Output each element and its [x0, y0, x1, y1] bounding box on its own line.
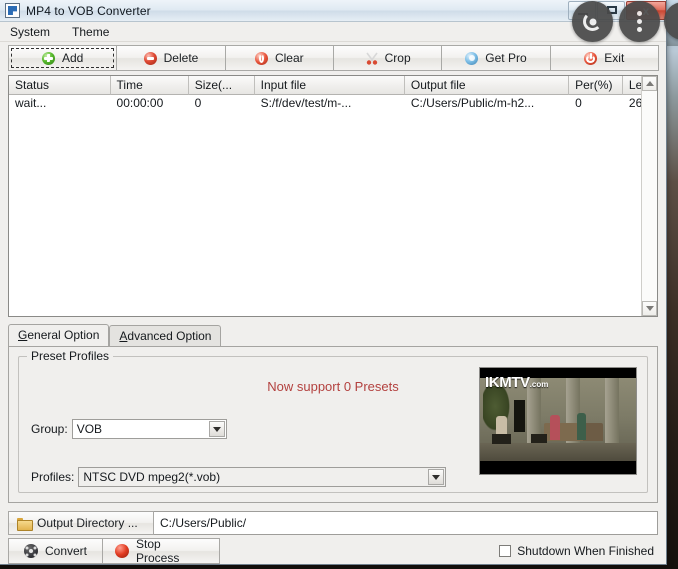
group-label: Group:: [31, 422, 68, 436]
clear-red-icon: [254, 51, 268, 65]
profiles-field-row: Profiles: NTSC DVD mpeg2(*.vob): [31, 467, 447, 487]
tab-general-label: eneral Option: [27, 328, 100, 342]
output-directory-label: Output Directory ...: [37, 516, 138, 530]
tab-general-option[interactable]: General Option: [8, 324, 110, 346]
scrollbar-track[interactable]: [642, 91, 657, 301]
cell-size: 0: [194, 96, 202, 110]
preset-profiles-groupbox: Preset Profiles Now support 0 Presets Gr…: [18, 349, 648, 493]
three-dots-icon: [637, 11, 642, 32]
scroll-up-icon[interactable]: [642, 76, 657, 91]
tab-advanced-label: dvanced Option: [127, 329, 212, 343]
convert-button[interactable]: Convert: [8, 538, 103, 564]
column-header-output-file[interactable]: Output file: [404, 76, 570, 95]
group-field-row: Group: VOB: [31, 419, 227, 439]
delete-red-icon: [143, 51, 157, 65]
stop-red-icon: [115, 544, 129, 558]
shutdown-checkbox[interactable]: [499, 545, 512, 557]
folder-icon: [17, 517, 33, 531]
output-directory-row: Output Directory ... C:/Users/Public/: [8, 511, 658, 535]
video-preview-thumbnail: IKMTV.com: [479, 367, 637, 475]
menu-item-theme[interactable]: Theme: [70, 24, 111, 40]
file-list-header: Status Time Size(... Input file Output f…: [9, 76, 657, 95]
get-pro-button[interactable]: Get Pro: [441, 45, 551, 71]
options-tabs: General Option Advanced Option: [8, 324, 658, 346]
capture-ring-icon: [583, 12, 602, 31]
stop-process-button[interactable]: Stop Process: [102, 537, 220, 565]
clear-button[interactable]: Clear: [224, 45, 334, 71]
crop-button-label: Crop: [384, 51, 411, 65]
title-bar: MP4 to VOB Converter x: [0, 0, 666, 22]
stop-button-label: Stop Process: [136, 537, 180, 565]
exit-red-icon: [584, 51, 598, 65]
cell-time: 00:00:00: [116, 96, 164, 110]
file-list-scrollbar[interactable]: [641, 76, 657, 316]
clear-button-label: Clear: [274, 51, 304, 65]
film-reel-icon: [23, 544, 38, 558]
crop-scissors-icon: [365, 52, 378, 65]
watermark-suffix: .com: [529, 380, 549, 389]
shutdown-when-finished-option[interactable]: Shutdown When Finished: [499, 544, 658, 558]
exit-button[interactable]: Exit: [549, 45, 659, 71]
get-pro-button-label: Get Pro: [485, 51, 527, 65]
cell-output-file: C:/Users/Public/m-h2...: [410, 96, 535, 110]
shutdown-label: Shutdown When Finished: [517, 544, 654, 558]
convert-button-label: Convert: [44, 544, 88, 558]
column-header-status[interactable]: Status: [9, 76, 111, 95]
file-list-body: wait... 00:00:00 0 S:/f/dev/test/m-... C…: [9, 95, 657, 316]
output-path-value: C:/Users/Public/: [160, 516, 247, 530]
cell-status: wait...: [15, 96, 47, 110]
profiles-select-value: NTSC DVD mpeg2(*.vob): [83, 470, 221, 484]
application-window: MP4 to VOB Converter x System Theme Add …: [0, 0, 667, 565]
group-select-value: VOB: [76, 422, 103, 436]
get-pro-blue-icon: [465, 51, 479, 65]
more-options-icon[interactable]: [619, 1, 660, 42]
column-header-input-file[interactable]: Input file: [254, 76, 405, 95]
add-button[interactable]: Add: [8, 45, 118, 71]
add-button-label: Add: [61, 51, 84, 65]
column-header-percent[interactable]: Per(%): [569, 76, 623, 95]
window-title: MP4 to VOB Converter: [26, 3, 151, 18]
action-bar: Convert Stop Process Shutdown When Finis…: [8, 537, 658, 565]
watermark-main: IKMTV: [485, 374, 530, 391]
tab-advanced-option[interactable]: Advanced Option: [109, 325, 222, 346]
column-header-size[interactable]: Size(...: [188, 76, 255, 95]
tab-general-mnemonic: G: [18, 328, 28, 342]
column-header-time[interactable]: Time: [110, 76, 189, 95]
preview-watermark: IKMTV.com: [485, 375, 548, 390]
screenshot-capture-icon[interactable]: [572, 1, 613, 42]
scroll-down-icon[interactable]: [642, 301, 657, 316]
preset-profiles-title: Preset Profiles: [27, 349, 114, 363]
add-green-icon: [41, 51, 55, 65]
output-path-input[interactable]: C:/Users/Public/: [154, 511, 658, 535]
app-document-icon: [5, 3, 20, 18]
table-row[interactable]: wait... 00:00:00 0 S:/f/dev/test/m-... C…: [9, 95, 657, 113]
cell-input-file: S:/f/dev/test/m-...: [260, 96, 352, 110]
file-list: Status Time Size(... Input file Output f…: [8, 75, 658, 317]
exit-button-label: Exit: [604, 51, 625, 65]
chevron-down-icon[interactable]: [208, 421, 225, 437]
group-select[interactable]: VOB: [71, 419, 227, 439]
menu-bar: System Theme: [0, 22, 666, 42]
crop-button[interactable]: Crop: [332, 45, 443, 71]
output-directory-button[interactable]: Output Directory ...: [8, 511, 154, 535]
toolbar: Add Delete Clear Crop Get Pro Exit: [0, 42, 666, 75]
chevron-down-icon[interactable]: [428, 469, 445, 485]
delete-button-label: Delete: [163, 51, 199, 65]
delete-button[interactable]: Delete: [116, 45, 226, 71]
profiles-select[interactable]: NTSC DVD mpeg2(*.vob): [78, 467, 447, 487]
profiles-label: Profiles:: [31, 470, 75, 484]
menu-item-system[interactable]: System: [8, 24, 52, 40]
cell-percent: 0: [575, 96, 582, 110]
general-option-panel: Preset Profiles Now support 0 Presets Gr…: [8, 346, 658, 503]
